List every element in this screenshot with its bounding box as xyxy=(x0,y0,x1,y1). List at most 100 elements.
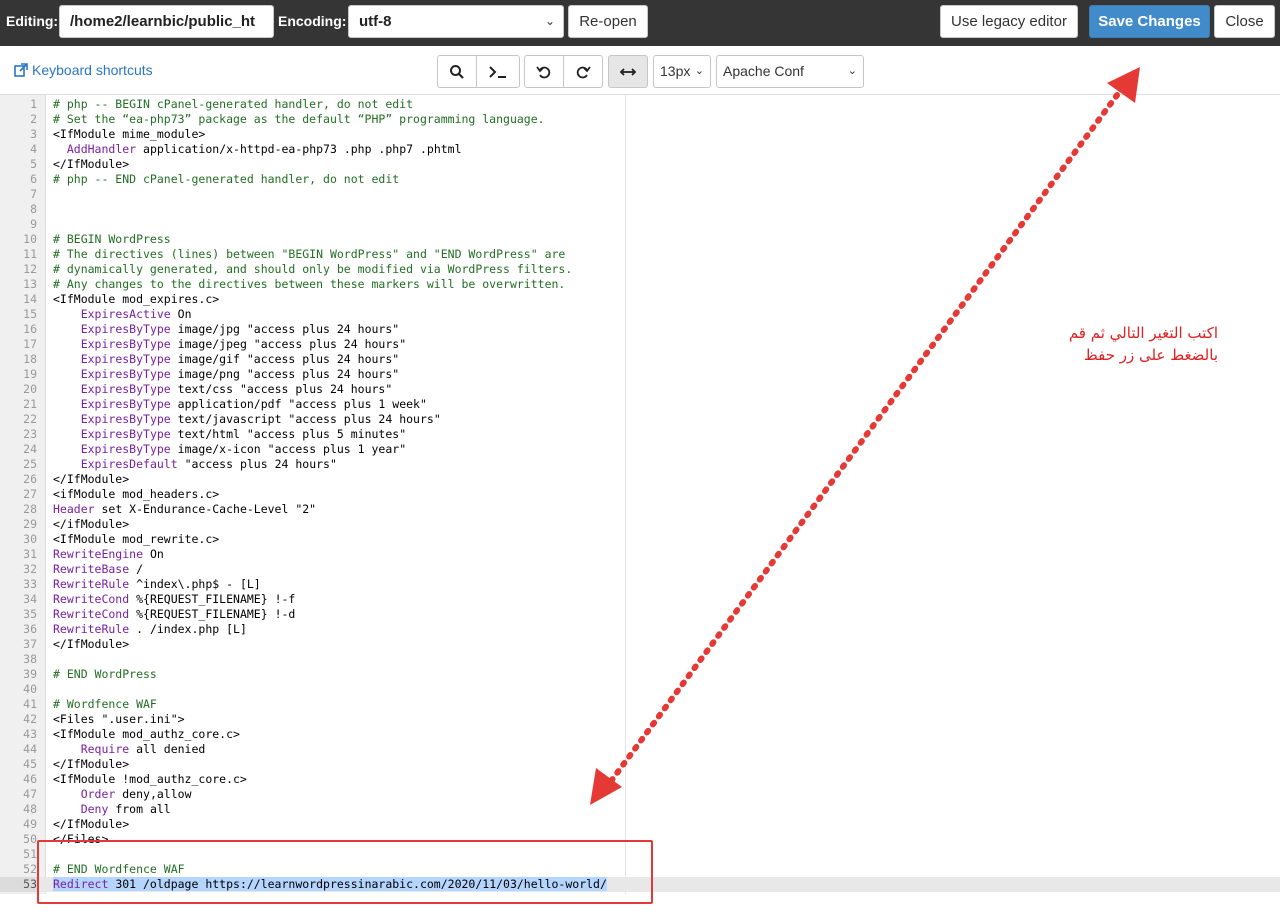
line-number: 23 xyxy=(23,427,37,441)
code-line[interactable]: 2 # Set the “ea-php73” package as the def… xyxy=(0,112,1280,127)
code-line[interactable]: 8 xyxy=(0,202,1280,217)
line-number: 48 xyxy=(23,802,37,816)
code-line[interactable]: 40 xyxy=(0,682,1280,697)
code-line[interactable]: 37 </IfModule> xyxy=(0,637,1280,652)
code-line[interactable]: 31 RewriteEngine On xyxy=(0,547,1280,562)
code-line[interactable]: 32 RewriteBase / xyxy=(0,562,1280,577)
line-text: RewriteEngine On xyxy=(53,547,164,561)
save-changes-button[interactable]: Save Changes xyxy=(1089,5,1210,38)
code-line[interactable]: 1 # php -- BEGIN cPanel-generated handler… xyxy=(0,97,1280,112)
line-text: </IfModule> xyxy=(53,817,130,831)
code-line[interactable]: 24 ExpiresByType image/x-icon "access pl… xyxy=(0,442,1280,457)
code-line[interactable]: 11 # The directives (lines) between "BEGI… xyxy=(0,247,1280,262)
line-number: 33 xyxy=(23,577,37,591)
code-line[interactable]: 29 </ifModule> xyxy=(0,517,1280,532)
line-text: ExpiresByType image/gif "access plus 24 … xyxy=(80,352,400,366)
line-number: 11 xyxy=(23,247,37,261)
line-text: <IfModule mod_authz_core.c> xyxy=(53,727,240,741)
line-number: 21 xyxy=(23,397,37,411)
line-text: ExpiresByType text/javascript "access pl… xyxy=(80,412,441,426)
code-line[interactable]: 7 xyxy=(0,187,1280,202)
encoding-select[interactable]: utf-8 ⌄ xyxy=(348,5,564,38)
code-line[interactable]: 46 <IfModule !mod_authz_core.c> xyxy=(0,772,1280,787)
line-text: ExpiresDefault "access plus 24 hours" xyxy=(80,457,337,471)
editing-label: Editing: xyxy=(6,13,59,29)
code-line[interactable]: 27 <ifModule mod_headers.c> xyxy=(0,487,1280,502)
code-line[interactable]: 35 RewriteCond %{REQUEST_FILENAME} !-d xyxy=(0,607,1280,622)
code-line[interactable]: 14 <IfModule mod_expires.c> xyxy=(0,292,1280,307)
code-line[interactable]: 30 <IfModule mod_rewrite.c> xyxy=(0,532,1280,547)
goto-line-button[interactable] xyxy=(476,55,520,88)
line-number: 45 xyxy=(23,757,37,771)
code-line[interactable]: 13 # Any changes to the directives betwee… xyxy=(0,277,1280,292)
code-line[interactable]: 25 ExpiresDefault "access plus 24 hours" xyxy=(0,457,1280,472)
close-button[interactable]: Close xyxy=(1214,5,1275,38)
line-number: 1 xyxy=(30,97,37,111)
line-number: 15 xyxy=(23,307,37,321)
undo-button[interactable] xyxy=(524,55,564,88)
code-line[interactable]: 43 <IfModule mod_authz_core.c> xyxy=(0,727,1280,742)
code-line[interactable]: 6 # php -- END cPanel-generated handler, … xyxy=(0,172,1280,187)
line-text: </IfModule> xyxy=(53,157,130,171)
line-number: 8 xyxy=(30,202,37,216)
line-number: 20 xyxy=(23,382,37,396)
code-line[interactable]: 36 RewriteRule . /index.php [L] xyxy=(0,622,1280,637)
code-line[interactable]: 44 Require all denied xyxy=(0,742,1280,757)
keyboard-shortcuts-label: Keyboard shortcuts xyxy=(32,62,153,78)
line-text: </IfModule> xyxy=(53,757,130,771)
code-line[interactable]: 3 <IfModule mime_module> xyxy=(0,127,1280,142)
wrap-toggle-button[interactable] xyxy=(608,55,648,88)
code-line[interactable]: 23 ExpiresByType text/html "access plus … xyxy=(0,427,1280,442)
line-number: 35 xyxy=(23,607,37,621)
reopen-button[interactable]: Re-open xyxy=(568,5,648,38)
code-line[interactable]: 20 ExpiresByType text/css "access plus 2… xyxy=(0,382,1280,397)
code-line[interactable]: 19 ExpiresByType image/png "access plus … xyxy=(0,367,1280,382)
line-text: # BEGIN WordPress xyxy=(53,232,171,246)
code-line[interactable]: 41 # Wordfence WAF xyxy=(0,697,1280,712)
code-line[interactable]: 33 RewriteRule ^index\.php$ - [L] xyxy=(0,577,1280,592)
code-line[interactable]: 4 AddHandler application/x-httpd-ea-php7… xyxy=(0,142,1280,157)
line-number: 52 xyxy=(23,862,37,876)
line-number: 7 xyxy=(30,187,37,201)
code-line[interactable]: 10 # BEGIN WordPress xyxy=(0,232,1280,247)
redo-button[interactable] xyxy=(563,55,603,88)
font-size-select[interactable]: 13px ⌄ xyxy=(653,55,711,88)
legacy-editor-button[interactable]: Use legacy editor xyxy=(940,5,1078,38)
line-number: 30 xyxy=(23,532,37,546)
line-text: ExpiresByType image/jpeg "access plus 24… xyxy=(80,337,407,351)
search-button[interactable] xyxy=(437,55,477,88)
file-path-field[interactable]: /home2/learnbic/public_ht xyxy=(59,5,274,38)
line-number: 22 xyxy=(23,412,37,426)
code-line[interactable]: 9 xyxy=(0,217,1280,232)
code-line[interactable]: 48 Deny from all xyxy=(0,802,1280,817)
highlight-box xyxy=(37,840,653,904)
line-number: 40 xyxy=(23,682,37,696)
line-number: 18 xyxy=(23,352,37,366)
code-line[interactable]: 15 ExpiresActive On xyxy=(0,307,1280,322)
line-number: 27 xyxy=(23,487,37,501)
code-line[interactable]: 26 </IfModule> xyxy=(0,472,1280,487)
line-text: # php -- END cPanel-generated handler, d… xyxy=(53,172,400,186)
syntax-mode-value: Apache Conf xyxy=(723,63,804,79)
code-line[interactable]: 45 </IfModule> xyxy=(0,757,1280,772)
code-line[interactable]: 12 # dynamically generated, and should on… xyxy=(0,262,1280,277)
line-number: 42 xyxy=(23,712,37,726)
line-text: </ifModule> xyxy=(53,517,130,531)
code-line[interactable]: 38 xyxy=(0,652,1280,667)
code-line[interactable]: 42 <Files ".user.ini"> xyxy=(0,712,1280,727)
external-link-icon xyxy=(14,63,28,77)
code-line[interactable]: 21 ExpiresByType application/pdf "access… xyxy=(0,397,1280,412)
code-editor[interactable]: 1 # php -- BEGIN cPanel-generated handler… xyxy=(0,94,1280,895)
code-line[interactable]: 47 Order deny,allow xyxy=(0,787,1280,802)
code-line[interactable]: 34 RewriteCond %{REQUEST_FILENAME} !-f xyxy=(0,592,1280,607)
line-text: # Wordfence WAF xyxy=(53,697,157,711)
line-number: 53 xyxy=(0,877,37,892)
line-number: 32 xyxy=(23,562,37,576)
code-line[interactable]: 39 # END WordPress xyxy=(0,667,1280,682)
code-line[interactable]: 22 ExpiresByType text/javascript "access… xyxy=(0,412,1280,427)
code-line[interactable]: 28 Header set X-Endurance-Cache-Level "2" xyxy=(0,502,1280,517)
keyboard-shortcuts-link[interactable]: Keyboard shortcuts xyxy=(14,62,153,78)
syntax-mode-select[interactable]: Apache Conf ⌄ xyxy=(716,55,864,88)
code-line[interactable]: 49 </IfModule> xyxy=(0,817,1280,832)
code-line[interactable]: 5 </IfModule> xyxy=(0,157,1280,172)
